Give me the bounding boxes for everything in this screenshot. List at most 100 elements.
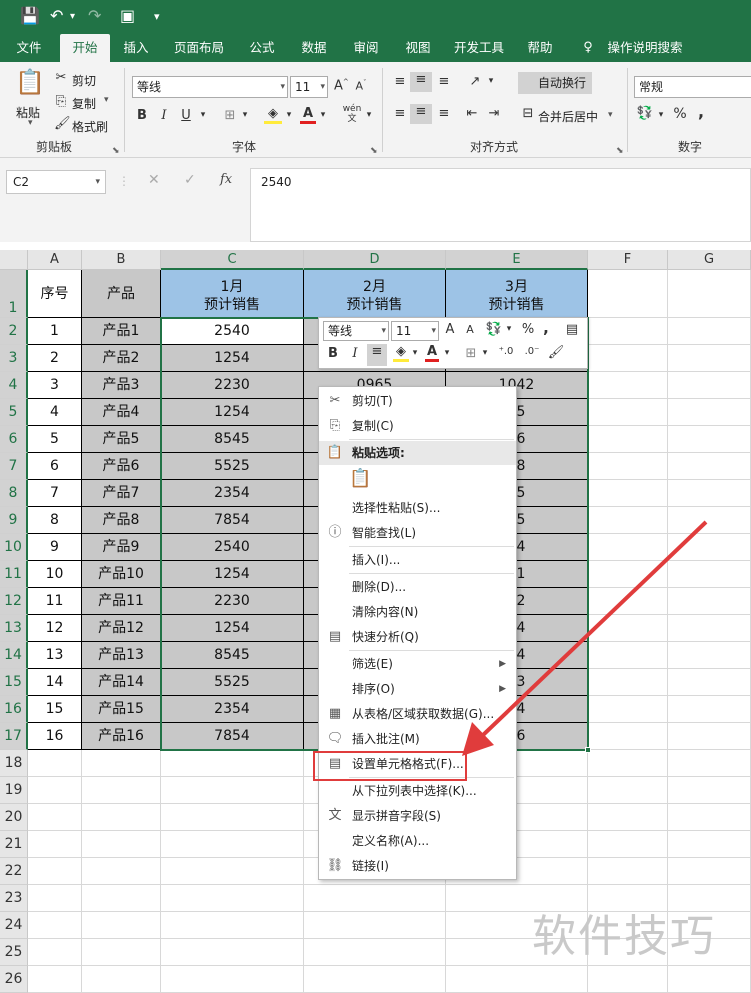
cell-f19[interactable] — [588, 777, 668, 804]
mini-size-combo[interactable]: 11 ▾ — [391, 321, 439, 341]
currency-icon[interactable]: 💱 — [485, 322, 503, 337]
row-header[interactable]: 18 — [0, 750, 28, 777]
font-name-combo[interactable]: 等线 ▾ — [132, 76, 288, 98]
fill-handle[interactable] — [585, 747, 591, 753]
cell-b3[interactable]: 产品2 — [82, 345, 161, 372]
menu-item[interactable]: 选择性粘贴(S)... — [319, 496, 516, 520]
cell-a22[interactable] — [28, 858, 82, 885]
cell-f15[interactable] — [588, 669, 668, 696]
menu-item[interactable]: 删除(D)... — [319, 575, 516, 599]
font-launcher-icon[interactable]: ⬊ — [370, 146, 378, 156]
cell-a3[interactable]: 2 — [28, 345, 82, 372]
cell-a23[interactable] — [28, 885, 82, 912]
cell-f17[interactable] — [588, 723, 668, 750]
column-header-c[interactable]: C — [161, 250, 304, 270]
align-left-icon[interactable]: ≡ — [392, 106, 408, 121]
align-right-icon[interactable]: ≡ — [436, 106, 452, 121]
cell-a7[interactable]: 6 — [28, 453, 82, 480]
cell-c22[interactable] — [161, 858, 304, 885]
row-header[interactable]: 1 — [0, 270, 28, 318]
wrap-text-button[interactable]: 自动换行 — [518, 72, 592, 94]
cell-f6[interactable] — [588, 426, 668, 453]
currency-dropdown-icon[interactable]: ▾ — [656, 110, 666, 120]
clipboard-launcher-icon[interactable]: ⬊ — [112, 146, 120, 156]
tab-home[interactable]: 开始 — [60, 34, 110, 62]
percent-button[interactable]: % — [672, 106, 688, 122]
cell-b10[interactable]: 产品9 — [82, 534, 161, 561]
decrease-font-icon[interactable]: Aˇ — [354, 79, 368, 93]
undo-dropdown-icon[interactable]: ▾ — [70, 11, 75, 22]
font-color-dropdown-icon[interactable]: ▾ — [318, 110, 328, 120]
decrease-indent-icon[interactable]: ⇤ — [464, 106, 480, 121]
cell-b26[interactable] — [82, 966, 161, 993]
font-color-icon[interactable]: A — [300, 106, 316, 124]
menu-item[interactable]: 插入(I)... — [319, 548, 516, 572]
italic-button[interactable]: I — [158, 108, 170, 123]
align-top-icon[interactable]: ≡ — [392, 74, 408, 89]
cell-b21[interactable] — [82, 831, 161, 858]
row-header[interactable]: 24 — [0, 912, 28, 939]
tab-data[interactable]: 数据 — [292, 34, 336, 62]
cell-b17[interactable]: 产品16 — [82, 723, 161, 750]
align-center-icon[interactable]: ≡ — [410, 104, 432, 124]
formula-input[interactable]: 2540 — [250, 168, 751, 242]
menu-item[interactable]: ✂ 剪切(T) — [319, 389, 516, 413]
mini-italic-button[interactable]: I — [349, 346, 361, 361]
column-header-b[interactable]: B — [82, 250, 161, 270]
row-header[interactable]: 10 — [0, 534, 28, 561]
cell-b5[interactable]: 产品4 — [82, 399, 161, 426]
cancel-icon[interactable]: ✕ — [148, 172, 160, 188]
cut-button[interactable]: 剪切 — [72, 72, 96, 89]
cell-a8[interactable]: 7 — [28, 480, 82, 507]
merge-center-button[interactable]: 合并后居中 — [538, 108, 598, 125]
menu-item[interactable]: 文显示拼音字段(S) — [319, 804, 516, 828]
cell-a11[interactable]: 10 — [28, 561, 82, 588]
row-header[interactable]: 16 — [0, 696, 28, 723]
menu-item[interactable]: 清除内容(N) — [319, 600, 516, 624]
row-header[interactable]: 26 — [0, 966, 28, 993]
row-header[interactable]: 3 — [0, 345, 28, 372]
menu-item[interactable]: 定义名称(A)... — [319, 829, 516, 853]
cell-b4[interactable]: 产品3 — [82, 372, 161, 399]
row-header[interactable]: 6 — [0, 426, 28, 453]
align-bottom-icon[interactable]: ≡ — [436, 74, 452, 89]
column-header-g[interactable]: G — [668, 250, 751, 270]
cell-b15[interactable]: 产品14 — [82, 669, 161, 696]
cell-a25[interactable] — [28, 939, 82, 966]
cell-a16[interactable]: 15 — [28, 696, 82, 723]
menu-item[interactable]: ⎘ 复制(C) — [319, 414, 516, 438]
cell-g26[interactable] — [668, 966, 751, 993]
cell-f1[interactable] — [588, 270, 668, 318]
select-all-corner[interactable] — [0, 250, 28, 270]
orientation-icon[interactable]: ↗ — [466, 74, 484, 89]
cell-c23[interactable] — [161, 885, 304, 912]
column-header-e[interactable]: E — [446, 250, 588, 270]
menu-item[interactable]: ⓘ 智能查找(L) — [319, 521, 516, 545]
tab-review[interactable]: 审阅 — [344, 34, 388, 62]
underline-button[interactable]: U — [180, 108, 192, 123]
menu-item[interactable]: 筛选(E) ▶ — [319, 652, 516, 676]
cell-a21[interactable] — [28, 831, 82, 858]
cell-a2[interactable]: 1 — [28, 318, 82, 345]
phonetic-dropdown-icon[interactable]: ▾ — [364, 110, 374, 120]
cell-a5[interactable]: 4 — [28, 399, 82, 426]
cell-a19[interactable] — [28, 777, 82, 804]
cell-b7[interactable]: 产品6 — [82, 453, 161, 480]
row-header[interactable]: 8 — [0, 480, 28, 507]
cell-g16[interactable] — [668, 696, 751, 723]
form-icon[interactable]: ▣ — [120, 6, 135, 25]
increase-font-icon[interactable]: A^ — [334, 78, 349, 93]
cell-a4[interactable]: 3 — [28, 372, 82, 399]
cell-d25[interactable] — [304, 939, 446, 966]
cell-b24[interactable] — [82, 912, 161, 939]
row-header[interactable]: 17 — [0, 723, 28, 750]
cell-d26[interactable] — [304, 966, 446, 993]
cell-f3[interactable] — [588, 345, 668, 372]
cell-f21[interactable] — [588, 831, 668, 858]
cell-f10[interactable] — [588, 534, 668, 561]
row-header[interactable]: 4 — [0, 372, 28, 399]
border-dropdown-icon[interactable]: ▾ — [481, 348, 489, 358]
cell-f22[interactable] — [588, 858, 668, 885]
orientation-dropdown-icon[interactable]: ▾ — [486, 76, 496, 86]
decrease-font-icon[interactable]: A — [463, 323, 477, 336]
